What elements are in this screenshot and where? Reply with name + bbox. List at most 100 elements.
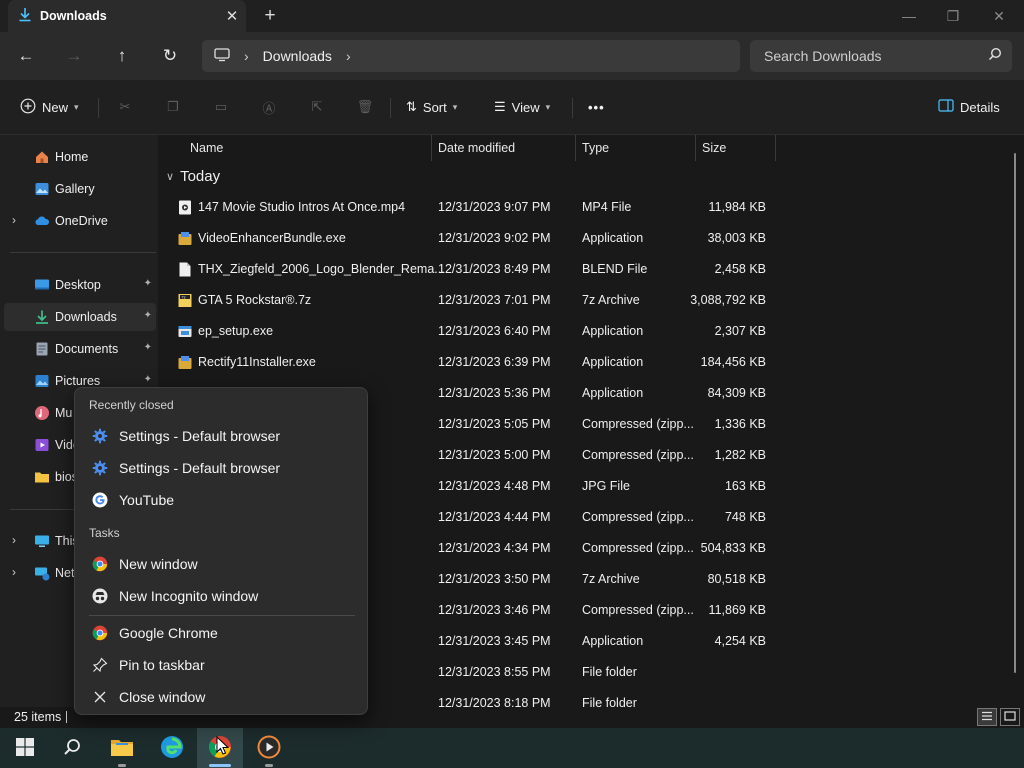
installer-icon (178, 355, 192, 370)
tab-downloads[interactable]: Downloads ✕ (8, 0, 246, 32)
cut-button[interactable]: ✂ (109, 92, 141, 122)
folder-icon (34, 469, 50, 485)
column-header-date[interactable]: Date modified (432, 135, 576, 161)
column-header-name[interactable]: Name (184, 135, 432, 161)
taskbar-edge[interactable] (149, 728, 195, 768)
file-size: 4,254 KB (714, 634, 766, 648)
jump-item-label: Pin to taskbar (119, 657, 205, 673)
sort-button[interactable]: ⇅ Sort ▾ (406, 92, 457, 122)
file-type: BLEND File (582, 262, 648, 276)
file-type: JPG File (582, 479, 630, 493)
divider (10, 252, 156, 253)
jump-item-close-window[interactable]: Close window (79, 682, 363, 712)
file-row[interactable]: 7z GTA 5 Rockstar®.7z 12/31/2023 7:01 PM 7z… (158, 285, 778, 316)
refresh-button[interactable]: ↻ (154, 40, 186, 72)
sidebar-item-home[interactable]: Home (4, 143, 156, 171)
file-date: 12/31/2023 3:45 PM (438, 634, 551, 648)
search-input[interactable]: Search Downloads (750, 40, 1012, 72)
app-icon (178, 324, 192, 339)
file-date: 12/31/2023 6:39 PM (438, 355, 551, 369)
file-row[interactable]: ep_setup.exe 12/31/2023 6:40 PM Applicatio… (158, 316, 778, 347)
column-header-size[interactable]: Size (696, 135, 776, 161)
chevron-down-icon: ▾ (452, 101, 458, 112)
file-date: 12/31/2023 8:49 PM (438, 262, 551, 276)
chevron-down-icon: ▾ (545, 101, 551, 112)
scrollbar[interactable] (1014, 153, 1016, 673)
item-count: 25 items (14, 710, 62, 724)
new-tab-button[interactable]: + (256, 2, 284, 30)
sidebar-item-onedrive[interactable]: › OneDrive (4, 207, 156, 235)
more-options-button[interactable]: ••• (588, 92, 605, 122)
taskbar-search-button[interactable] (49, 728, 95, 768)
minimize-button[interactable]: — (886, 0, 932, 32)
tiles-view-icon (1004, 710, 1016, 724)
command-bar: New ▾ ✂ ❐ ▭ Ⓐ ⇱ 🗑 ⇅ Sort ▾ ☰ View ▾ ••• … (0, 80, 1024, 135)
close-window-button[interactable]: ✕ (976, 0, 1022, 32)
archive-icon: 7z (178, 293, 192, 308)
file-size: 748 KB (724, 510, 766, 524)
file-row[interactable]: 147 Movie Studio Intros At Once.mp4 12/31… (158, 192, 778, 223)
sidebar-item-gallery[interactable]: Gallery (4, 175, 156, 203)
details-pane-button[interactable]: Details (938, 92, 1000, 122)
sidebar-label: Mu (55, 406, 73, 420)
new-button[interactable]: New ▾ (20, 92, 79, 122)
file-row[interactable]: Rectify11Installer.exe 12/31/2023 6:39 PM… (158, 347, 778, 378)
file-row[interactable]: VideoEnhancerBundle.exe 12/31/2023 9:02 P… (158, 223, 778, 254)
google-icon (91, 491, 109, 509)
column-header-type[interactable]: Type (576, 135, 696, 161)
jump-item-google-chrome[interactable]: Google Chrome (79, 618, 363, 648)
taskbar-file-explorer[interactable] (99, 728, 145, 768)
sort-icon: ⇅ (406, 99, 417, 114)
file-type: 7z Archive (582, 572, 640, 586)
file-type: Application (582, 634, 644, 648)
details-view-button[interactable] (977, 708, 997, 726)
copy-button[interactable]: ❐ (157, 92, 189, 122)
rename-button[interactable]: Ⓐ (253, 92, 285, 122)
file-name: GTA 5 Rockstar®.7z (198, 293, 312, 307)
file-name: ep_setup.exe (198, 324, 274, 338)
tab-close-icon[interactable]: ✕ (218, 2, 246, 30)
file-row[interactable]: THX_Ziegfeld_2006_Logo_Blender_Rema... 12… (158, 254, 778, 285)
settings-icon (91, 427, 109, 445)
taskbar-media-player[interactable] (246, 728, 292, 768)
jump-item-youtube[interactable]: YouTube (79, 485, 363, 515)
maximize-button[interactable]: ❐ (930, 0, 976, 32)
jump-item-pin-to-taskbar[interactable]: Pin to taskbar (79, 650, 363, 680)
file-type: Application (582, 231, 644, 245)
share-icon: ⇱ (311, 99, 323, 114)
breadcrumb-downloads[interactable]: Downloads (263, 48, 332, 64)
up-button[interactable]: ↑ (106, 40, 138, 72)
add-icon (20, 98, 36, 117)
start-button[interactable] (2, 728, 48, 768)
tiles-view-button[interactable] (1000, 708, 1020, 726)
address-bar[interactable]: › Downloads › (202, 40, 740, 72)
sidebar-item-downloads[interactable]: Downloads ✦ (4, 303, 156, 331)
sidebar-item-documents[interactable]: Documents ✦ (4, 335, 156, 363)
delete-button[interactable]: 🗑 (349, 92, 381, 122)
pin-icon: ✦ (143, 374, 152, 385)
jump-item-new-window[interactable]: New window (79, 549, 363, 579)
file-type: File folder (582, 665, 637, 679)
paste-button[interactable]: ▭ (205, 92, 237, 122)
file-date: 12/31/2023 6:40 PM (438, 324, 551, 338)
chevron-right-icon[interactable]: › (12, 565, 16, 579)
jump-item-settings-default-browser[interactable]: Settings - Default browser (79, 421, 363, 451)
jump-item-settings-default-browser[interactable]: Settings - Default browser (79, 453, 363, 483)
file-size: 504,833 KB (700, 541, 766, 555)
chevron-right-icon[interactable]: › (12, 533, 16, 547)
jump-item-label: Settings - Default browser (119, 460, 281, 476)
back-button[interactable]: ← (10, 40, 42, 72)
share-button[interactable]: ⇱ (301, 92, 333, 122)
file-date: 12/31/2023 4:44 PM (438, 510, 551, 524)
sidebar-item-desktop[interactable]: Desktop ✦ (4, 271, 156, 299)
breadcrumb-chevron-icon[interactable]: › (346, 48, 351, 64)
file-icon (178, 262, 192, 277)
group-header-today[interactable]: ∨ Today (166, 168, 220, 185)
view-button[interactable]: ☰ View ▾ (494, 92, 550, 122)
windows-logo-icon (16, 737, 34, 759)
video-file-icon (178, 200, 192, 215)
jump-item-new-incognito-window[interactable]: New Incognito window (79, 581, 363, 611)
paste-icon: ▭ (214, 99, 228, 114)
chevron-right-icon[interactable]: › (12, 213, 16, 227)
forward-button[interactable]: → (58, 40, 90, 72)
